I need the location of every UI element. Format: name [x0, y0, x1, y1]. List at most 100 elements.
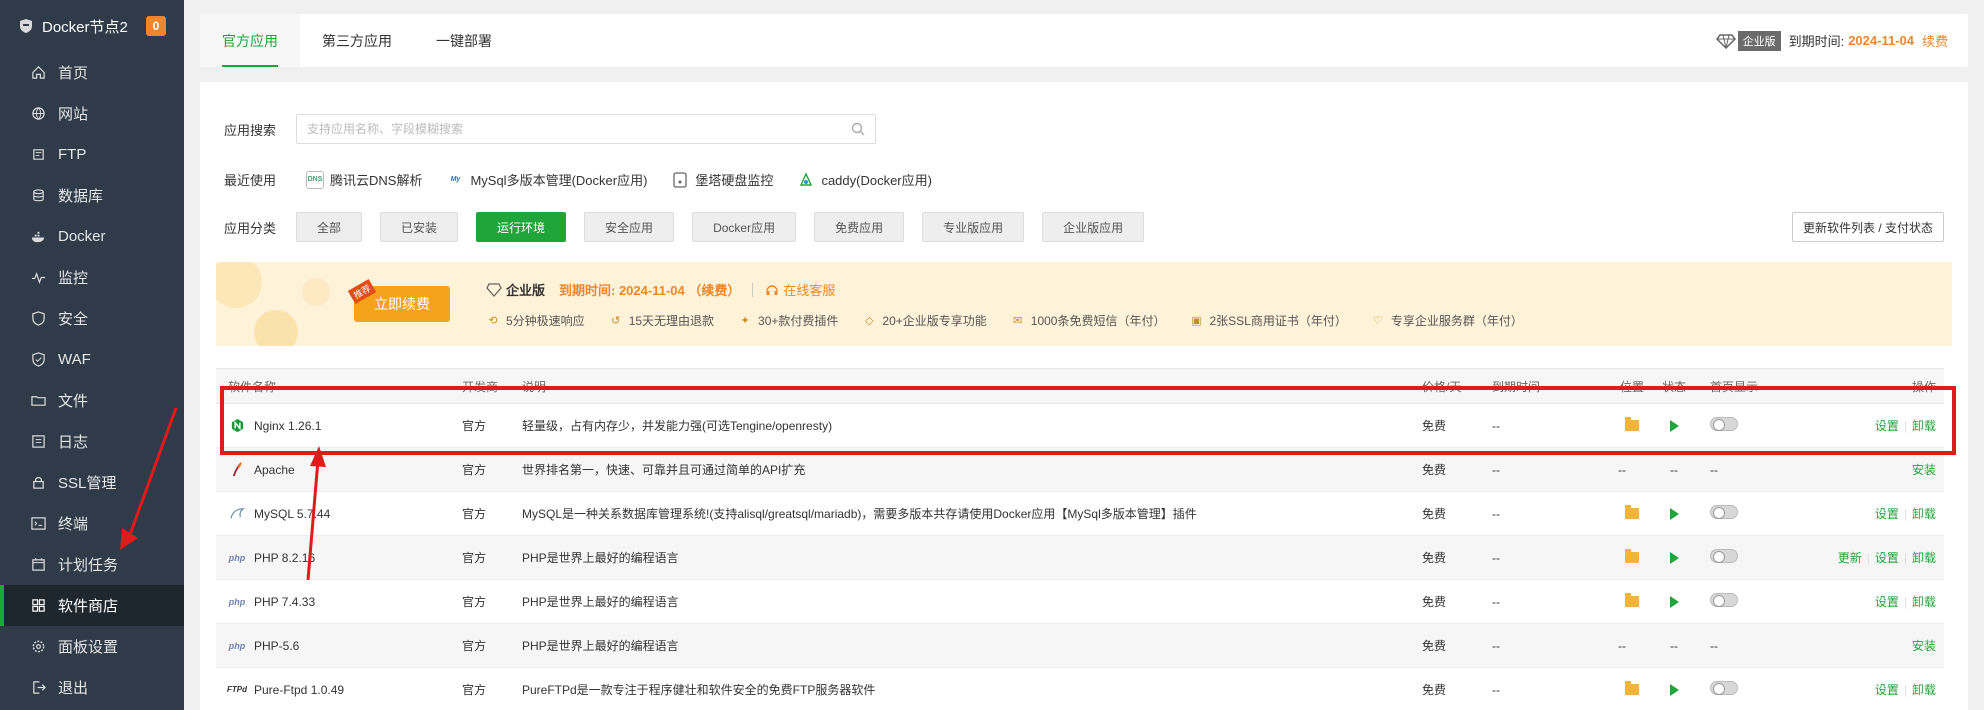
uninstall-link[interactable]: 卸载 [1912, 551, 1936, 565]
category-runtime[interactable]: 运行环境 [476, 212, 567, 242]
sidebar-item-log[interactable]: 日志 [0, 421, 184, 462]
play-icon[interactable] [1669, 683, 1679, 696]
notification-badge[interactable]: 0 [146, 16, 166, 36]
home-icon [30, 65, 46, 81]
enterprise-banner: 推荐 立即续费 企业版 到期时间: 2024-11-04 （续费） 在线客服 ⟲… [216, 262, 1952, 346]
sidebar-item-home[interactable]: 首页 [0, 52, 184, 93]
sidebar-item-globe[interactable]: 网站 [0, 93, 184, 134]
settings-link[interactable]: 设置 [1875, 507, 1899, 521]
recent-row: 最近使用 DNS 腾讯云DNS解析 My MySql多版本管理(Docker应用… [224, 170, 956, 189]
sidebar-item-folder[interactable]: 文件 [0, 380, 184, 421]
software-name: PHP 8.2.16 [254, 550, 316, 565]
software-name-cell[interactable]: php PHP 8.2.16 [216, 550, 462, 566]
refresh-software-list-button[interactable]: 更新软件列表 / 支付状态 [1791, 212, 1944, 242]
category-free[interactable]: 免费应用 [814, 212, 905, 242]
uninstall-link[interactable]: 卸载 [1912, 595, 1936, 609]
location-cell: -- [1618, 638, 1626, 653]
home-display-toggle[interactable] [1710, 549, 1738, 563]
software-name-cell[interactable]: Nginx 1.26.1 [216, 418, 462, 434]
folder-icon[interactable] [1625, 681, 1639, 695]
headset-icon [766, 284, 779, 295]
sidebar-item-calendar[interactable]: 计划任务 [0, 544, 184, 585]
sidebar-item-logout[interactable]: 退出 [0, 667, 184, 708]
install-link[interactable]: 安装 [1912, 463, 1936, 477]
play-icon[interactable] [1669, 507, 1679, 520]
play-icon[interactable] [1669, 595, 1679, 608]
play-icon[interactable] [1669, 551, 1679, 564]
uninstall-link[interactable]: 卸载 [1912, 419, 1936, 433]
sidebar-item-monitor[interactable]: 监控 [0, 257, 184, 298]
search-input[interactable] [307, 122, 851, 136]
globe-icon [30, 106, 46, 122]
apache-icon [228, 462, 246, 478]
recent-item-dnspod[interactable]: DNS 腾讯云DNS解析 [306, 170, 422, 189]
renew-now-button[interactable]: 推荐 立即续费 [347, 279, 450, 322]
recent-item-mysql-multi[interactable]: My MySql多版本管理(Docker应用) [446, 170, 648, 189]
folder-icon[interactable] [1625, 417, 1639, 431]
category-docker[interactable]: Docker应用 [692, 212, 797, 242]
banner-feature-label: 2张SSL商用证书（年付） [1209, 314, 1347, 328]
update-link[interactable]: 更新 [1838, 551, 1862, 565]
folder-icon[interactable] [1625, 505, 1639, 519]
sidebar-item-terminal[interactable]: 终端 [0, 503, 184, 544]
folder-icon[interactable] [1625, 549, 1639, 563]
search-icon[interactable] [851, 122, 865, 136]
category-pro[interactable]: 专业版应用 [922, 212, 1025, 242]
category-all[interactable]: 全部 [296, 212, 363, 242]
col-location: 位置 [1619, 379, 1644, 394]
sidebar-item-gear[interactable]: 面板设置 [0, 626, 184, 667]
sidebar-item-waf[interactable]: WAF [0, 339, 184, 380]
banner-feature: ✉ 1000条免费短信（年付） [1011, 312, 1165, 329]
home-display-toggle[interactable] [1710, 417, 1738, 431]
software-name-cell[interactable]: php PHP-5.6 [216, 638, 462, 654]
home-display-toggle[interactable] [1710, 681, 1738, 695]
software-name: MySQL 5.7.44 [254, 506, 331, 521]
sidebar-item-ssl[interactable]: SSL管理 [0, 462, 184, 503]
install-link[interactable]: 安装 [1912, 639, 1936, 653]
settings-link[interactable]: 设置 [1875, 551, 1899, 565]
settings-link[interactable]: 设置 [1875, 595, 1899, 609]
online-service-link[interactable]: 在线客服 [783, 280, 835, 299]
sidebar-item-database[interactable]: 数据库 [0, 175, 184, 216]
renew-link[interactable]: 续费 [1922, 31, 1948, 50]
operations-cell: 设置 | 卸载 [1776, 505, 1944, 522]
sidebar-item-docker[interactable]: Docker [0, 216, 184, 257]
category-installed[interactable]: 已安装 [380, 212, 459, 242]
banner-expire[interactable]: 到期时间: 2024-11-04 （续费） [559, 280, 740, 299]
operations-cell: 设置 | 卸载 [1776, 681, 1944, 698]
home-display-cell: -- [1710, 462, 1718, 477]
price-cell: 免费 [1422, 595, 1447, 609]
tab-one-click-deploy[interactable]: 一键部署 [414, 14, 514, 67]
sidebar: Docker节点2 0 首页 网站 FTP 数据库 Docker 监控 安全 WAF 文件 日志 S… [0, 0, 184, 710]
sidebar-item-label: 监控 [58, 270, 89, 287]
banner-feature: ◇ 20+企业版专享功能 [862, 312, 987, 329]
recent-item-disk-monitor[interactable]: 堡塔硬盘监控 [671, 170, 773, 189]
category-security[interactable]: 安全应用 [584, 212, 675, 242]
settings-link[interactable]: 设置 [1875, 419, 1899, 433]
folder-icon [30, 393, 46, 409]
category-enterprise[interactable]: 企业版应用 [1042, 212, 1145, 242]
play-icon[interactable] [1669, 419, 1679, 432]
log-icon [30, 434, 46, 450]
sidebar-item-grid[interactable]: 软件商店 [0, 585, 184, 626]
sidebar-item-shield[interactable]: 安全 [0, 298, 184, 339]
home-display-cell [1696, 417, 1776, 434]
tab-third-party-apps[interactable]: 第三方应用 [300, 14, 414, 67]
software-name: Pure-Ftpd 1.0.49 [254, 682, 345, 697]
tab-official-apps[interactable]: 官方应用 [200, 14, 300, 67]
software-name-cell[interactable]: Apache [216, 462, 462, 478]
description-cell: PHP是世界上最好的编程语言 [522, 551, 679, 565]
software-name-cell[interactable]: FTPd Pure-Ftpd 1.0.49 [216, 682, 462, 698]
software-name: PHP-5.6 [254, 638, 300, 653]
sidebar-item-ftp[interactable]: FTP [0, 134, 184, 175]
settings-link[interactable]: 设置 [1875, 683, 1899, 697]
software-name-cell[interactable]: php PHP 7.4.33 [216, 594, 462, 610]
folder-icon[interactable] [1625, 593, 1639, 607]
home-display-toggle[interactable] [1710, 593, 1738, 607]
uninstall-link[interactable]: 卸载 [1912, 507, 1936, 521]
software-name-cell[interactable]: MySQL 5.7.44 [216, 506, 462, 522]
home-display-toggle[interactable] [1710, 505, 1738, 519]
description-cell: 世界排名第一，快速、可靠并且可通过简单的API扩充 [522, 463, 806, 477]
recent-item-caddy[interactable]: caddy(Docker应用) [797, 170, 932, 189]
uninstall-link[interactable]: 卸载 [1912, 683, 1936, 697]
